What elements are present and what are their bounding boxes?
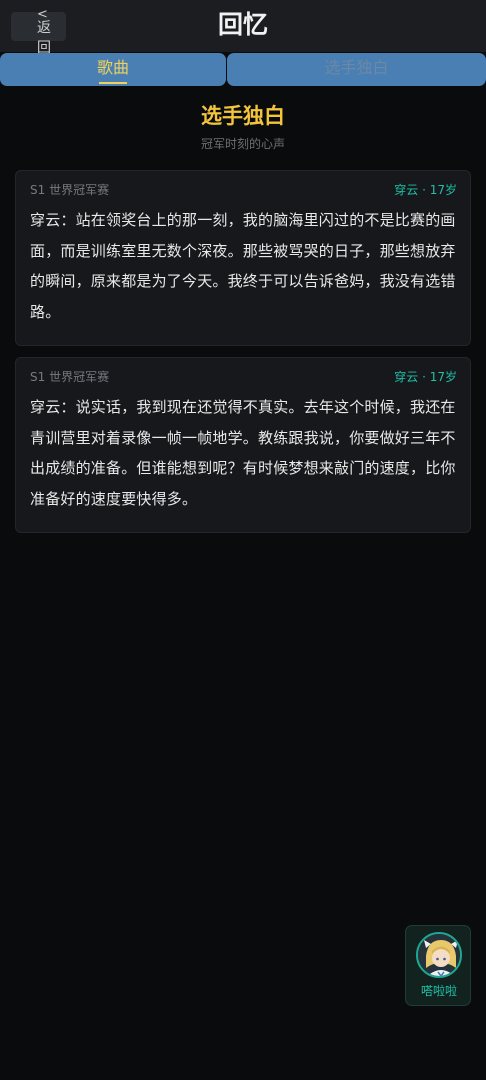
tab-bar: 歌曲 选手独白	[0, 53, 486, 86]
avatar-icon	[416, 932, 462, 978]
card-event: S1 世界冠军赛	[30, 370, 110, 384]
tab-player-monologue[interactable]: 选手独白	[227, 53, 486, 86]
card-quote: 穿云：站在领奖台上的那一刻，我的脑海里闪过的不是比赛的画面，而是训练室里无数个深…	[30, 211, 456, 321]
tab-songs[interactable]: 歌曲	[0, 53, 226, 86]
card-quote: 穿云：说实话，我到现在还觉得不真实。去年这个时候，我还在青训营里对着录像一帧一帧…	[30, 398, 456, 508]
page-title: 回忆	[217, 10, 268, 39]
card-player: 穿云 · 17岁	[394, 370, 457, 384]
card-player: 穿云 · 17岁	[394, 183, 457, 197]
monologue-card: S1 世界冠军赛 穿云 · 17岁 穿云：站在领奖台上的那一刻，我的脑海里闪过的…	[15, 170, 471, 346]
tab-player-monologue-label: 选手独白	[324, 58, 389, 77]
active-tab-indicator	[99, 82, 127, 84]
assistant-button[interactable]: 嗒啦啦	[405, 925, 471, 1006]
tab-songs-label: 歌曲	[96, 58, 129, 77]
card-event: S1 世界冠军赛	[30, 183, 110, 197]
header-bar: < 返回 回忆	[0, 0, 486, 56]
section-subtitle: 冠军时刻的心声	[200, 137, 285, 151]
section-title: 选手独白	[201, 104, 285, 128]
monologue-card: S1 世界冠军赛 穿云 · 17岁 穿云：说实话，我到现在还觉得不真实。去年这个…	[15, 357, 471, 533]
assistant-label: 嗒啦啦	[420, 984, 457, 998]
